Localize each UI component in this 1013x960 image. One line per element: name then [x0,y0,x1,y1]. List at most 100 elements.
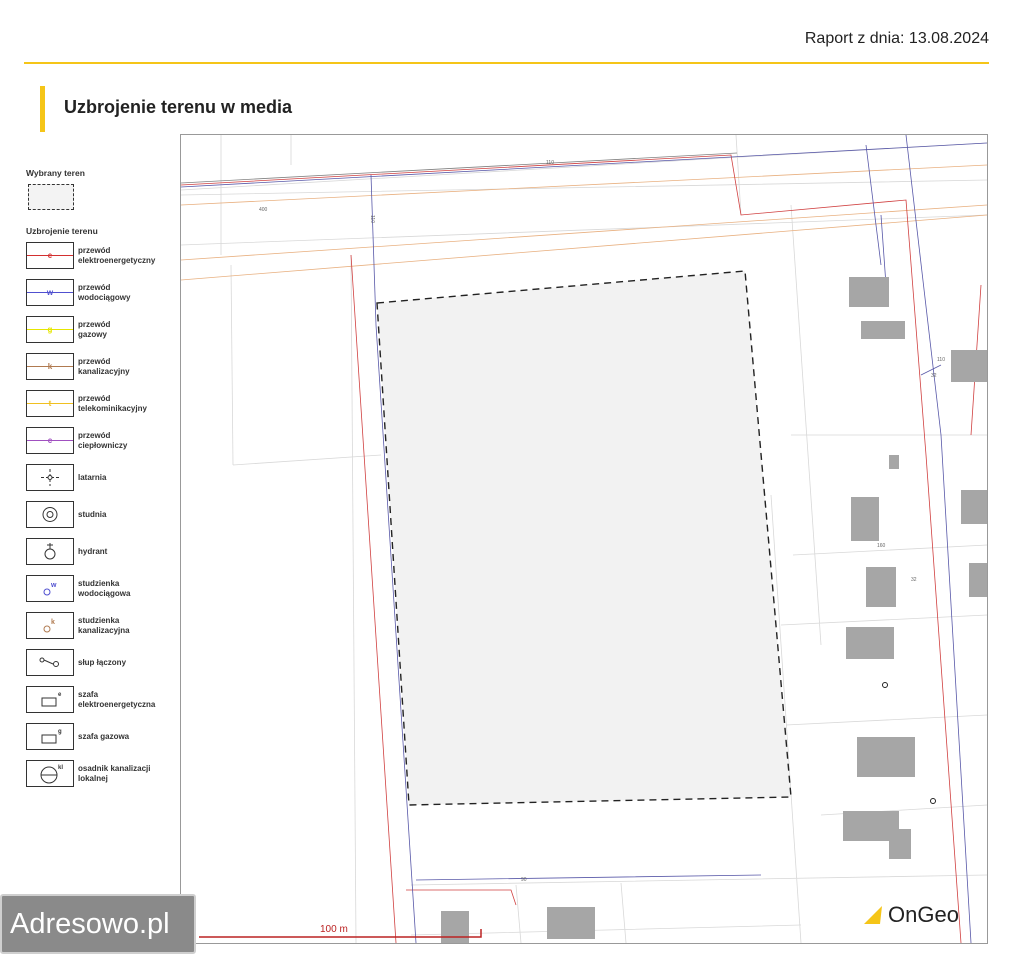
legend-item: e szafa elektroenergetyczna [26,686,176,713]
gas-cabinet-icon: g [26,723,74,750]
legend-item-label-line2: elektroenergetyczny [78,255,156,265]
hydrant-icon [26,538,74,565]
svg-text:c: c [48,436,53,445]
title-accent-bar [40,86,45,132]
heating-line-icon: c [26,427,74,454]
legend-item-label: słup łączony [78,658,126,668]
svg-text:t: t [49,399,52,408]
legend-item-label-line2: telekominikacyjny [78,403,147,413]
well-icon [26,501,74,528]
legend-item-label-line1: słup łączony [78,657,127,667]
legend-item-label-line1: przewód [78,356,111,366]
water-manhole-icon: w [26,575,74,602]
svg-text:w: w [46,288,54,297]
combined-pole-icon [26,649,74,676]
legend-item-label-line2: kanalizacyjna [78,625,130,635]
legend-item: latarnia [26,464,176,491]
section-title: Uzbrojenie terenu w media [64,97,293,117]
septic-tank-icon: kl [26,760,74,787]
legend-item-label-line1: szafa gazowa [78,731,130,741]
legend-item-label-line1: przewód [78,319,111,329]
legend-item: hydrant [26,538,176,565]
legend-item-label-line1: hydrant [78,546,108,556]
legend-item: w przewód wodociągowy [26,279,176,306]
water-line-icon: w [26,279,74,306]
map-label: 32 [931,373,937,379]
svg-text:g: g [58,729,62,735]
watermark: Adresowo.pl [0,894,196,954]
selected-parcel[interactable] [376,270,792,806]
ongeo-logo-text: OnGeo [888,902,959,927]
utilities-map[interactable]: 110 400 110 90 32 110 160 32 [180,134,988,944]
legend-item-label-line1: osadnik kanalizacji [78,763,151,773]
legend-item: k studzienka kanalizacyjna [26,612,176,639]
legend-item-label-line1: przewód [78,393,111,403]
legend-item-label-line1: studzienka [78,615,120,625]
scale-label: 100 m [320,924,348,935]
map-label: 90 [521,877,527,883]
legend-item: w studzienka wodociągowa [26,575,176,602]
ongeo-logo-icon [864,906,882,924]
legend-item-label: studzienka wodociągowa [78,579,130,599]
svg-text:e: e [48,251,53,260]
legend-item-label-line2: wodociągowy [78,292,131,302]
power-line-icon: e [26,242,74,269]
legend-item-label-line1: latarnia [78,472,107,482]
legend-item-label: przewód telekominikacyjny [78,394,147,414]
telecom-line-icon: t [26,390,74,417]
gas-line-icon: g [26,316,74,343]
legend-item-label-line1: szafa [78,689,99,699]
legend-item-label-line2: elektroenergetyczna [78,699,156,709]
legend-item: e przewód elektroenergetyczny [26,242,176,269]
sewer-line-icon: k [26,353,74,380]
legend-item: kl osadnik kanalizacji lokalnej [26,760,176,787]
map-legend: Wybrany teren Uzbrojenie terenu e przewó… [26,168,176,797]
legend-item: t przewód telekominikacyjny [26,390,176,417]
legend-item-label-line2: gazowy [78,329,107,339]
legend-item-label: przewód wodociągowy [78,283,130,303]
legend-item-label-line1: studnia [78,509,107,519]
legend-item: g szafa gazowa [26,723,176,750]
watermark-text: Adresowo.pl [10,908,170,940]
selected-area-symbol [28,184,74,210]
legend-item-label-line2: ciepłowniczy [78,440,128,450]
legend-utilities-heading: Uzbrojenie terenu [26,226,98,236]
legend-item-label: studzienka kanalizacyjna [78,616,130,636]
map-canvas: 110 400 110 90 32 110 160 32 [181,135,987,943]
legend-item-label: przewód kanalizacyjny [78,357,130,377]
svg-text:kl: kl [58,765,63,771]
svg-text:k: k [51,619,55,626]
svg-text:g: g [48,325,53,334]
legend-item: słup łączony [26,649,176,676]
legend-item: g przewód gazowy [26,316,176,343]
report-date: Raport z dnia: 13.08.2024 [804,30,989,47]
header-divider [24,62,989,64]
hydrant-marker [930,798,936,804]
legend-item-label-line2: lokalnej [78,773,108,783]
map-label: 400 [259,207,268,213]
legend-item-label: studnia [78,510,106,520]
legend-item-label-line1: studzienka [78,578,120,588]
legend-item-label-line2: wodociągowa [78,588,131,598]
legend-item-label: przewód gazowy [78,320,110,340]
map-label: 110 [546,160,554,166]
ongeo-logo: OnGeo [862,902,959,928]
legend-item-label: szafa elektroenergetyczna [78,690,155,710]
legend-item-label: latarnia [78,473,106,483]
legend-selected-heading: Wybrany teren [26,168,85,178]
legend-item: studnia [26,501,176,528]
map-label: 32 [911,577,917,583]
legend-item-label: przewód ciepłowniczy [78,431,127,451]
legend-item-label: hydrant [78,547,107,557]
legend-item-label-line2: kanalizacyjny [78,366,130,376]
svg-text:k: k [48,362,53,371]
legend-item: c przewód ciepłowniczy [26,427,176,454]
map-label: 160 [877,543,886,549]
legend-item-label: szafa gazowa [78,732,129,742]
legend-item-label-line1: przewód [78,282,111,292]
legend-item-label-line1: przewód [78,245,111,255]
map-label: 110 [937,357,945,363]
legend-item-label: osadnik kanalizacji lokalnej [78,764,150,784]
svg-text:e: e [58,692,62,698]
electrical-cabinet-icon: e [26,686,74,713]
